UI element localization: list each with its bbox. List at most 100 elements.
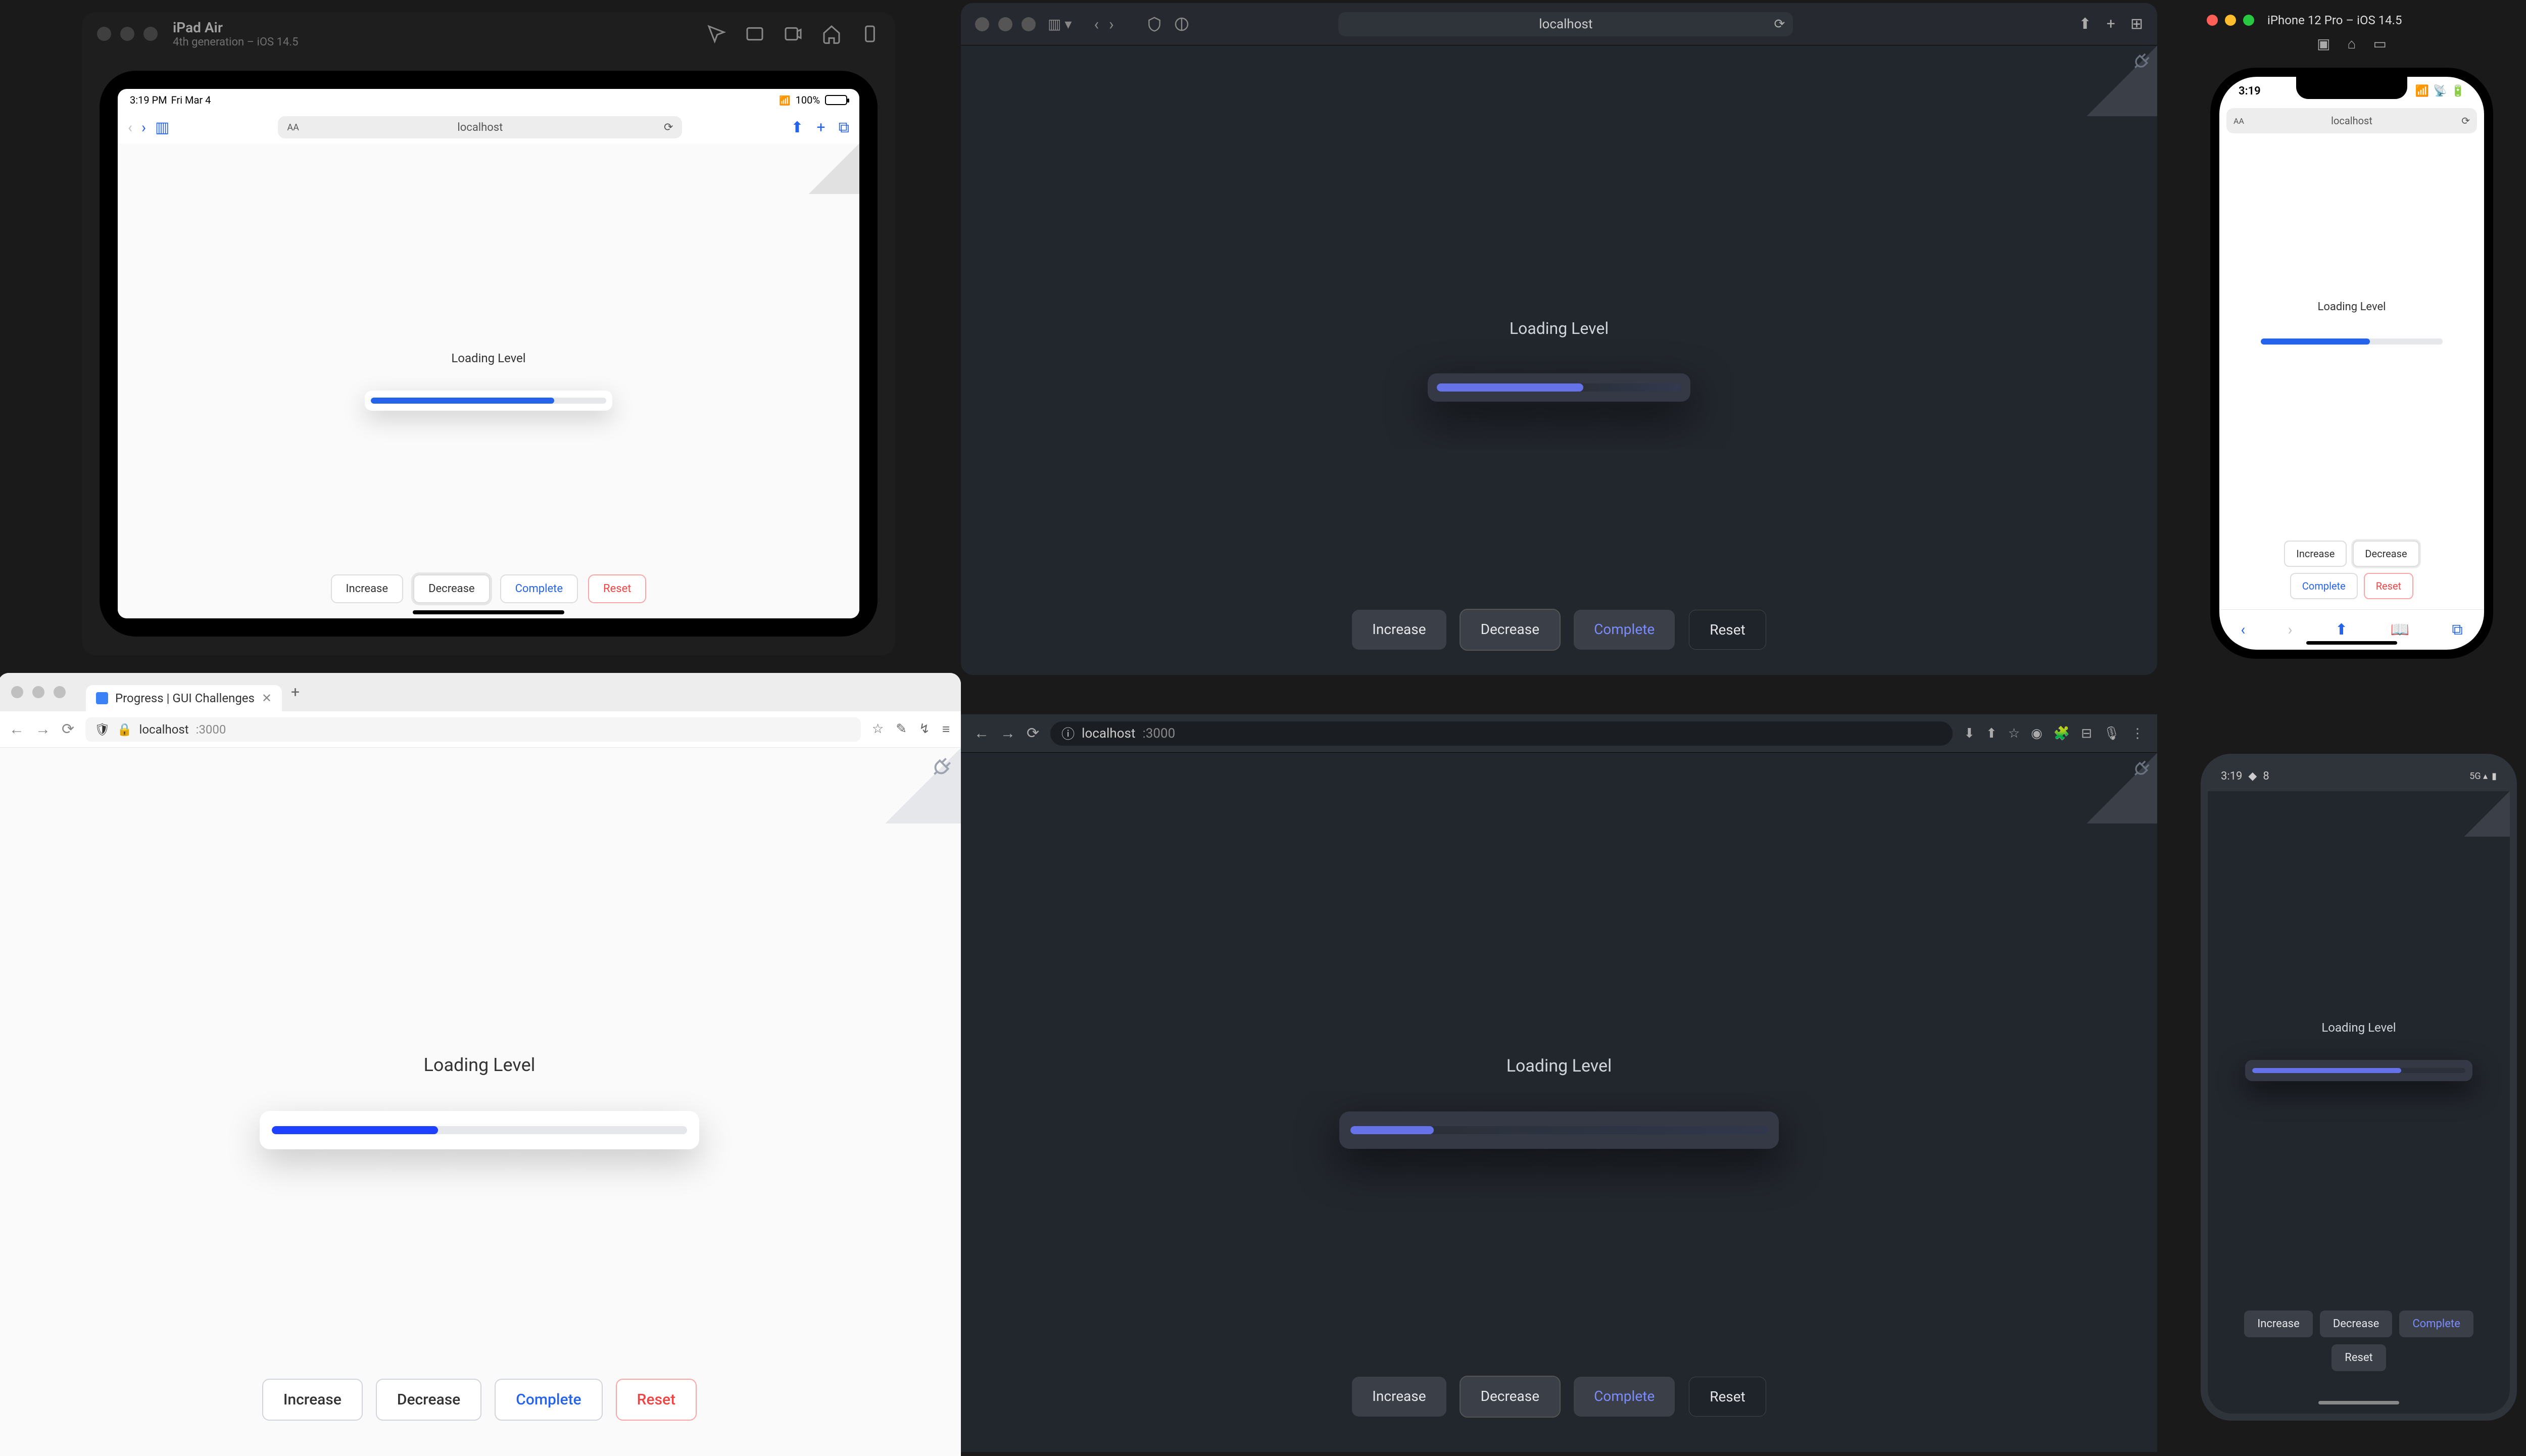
home-icon[interactable] (821, 24, 842, 44)
back-button[interactable]: ‹ (1094, 15, 1099, 34)
sidebar-icon[interactable]: ▥ (155, 119, 169, 136)
url-field[interactable]: 🛡 🔒 localhost:3000 (85, 717, 861, 742)
decrease-button[interactable]: Decrease (1461, 1377, 1560, 1417)
tab[interactable]: Progress | GUI Challenges ✕ (86, 685, 282, 711)
increase-button[interactable]: Increase (1352, 610, 1446, 650)
sidebar-icon[interactable]: ▥ ▾ (1048, 16, 1072, 32)
maximize-button[interactable] (1022, 17, 1036, 31)
star-icon[interactable]: ☆ (872, 721, 884, 737)
minimize-button[interactable] (2225, 15, 2236, 26)
close-button[interactable] (975, 17, 989, 31)
close-button[interactable] (97, 27, 111, 41)
reset-button[interactable]: Reset (2364, 573, 2413, 599)
new-tab-icon[interactable]: + (2107, 15, 2115, 33)
profile-icon[interactable]: ◉ (2031, 726, 2043, 741)
info-icon[interactable]: ⓘ (1061, 724, 1075, 743)
extension-icon[interactable]: ✎ (896, 721, 907, 737)
back-button[interactable]: ← (974, 724, 989, 742)
reload-button[interactable]: ⟳ (1027, 724, 1039, 742)
url-field[interactable]: ⓘ localhost:3000 (1050, 721, 1953, 746)
new-tab-icon[interactable]: + (817, 119, 825, 136)
close-button[interactable] (2207, 15, 2218, 26)
complete-button[interactable]: Complete (500, 574, 578, 603)
ext2-icon[interactable]: ⊟ (2081, 726, 2092, 741)
increase-button[interactable]: Increase (2284, 541, 2347, 567)
url-field[interactable]: AA localhost ⟳ (2226, 108, 2477, 133)
minimize-button[interactable] (120, 27, 134, 41)
forward-button[interactable]: → (1000, 724, 1015, 742)
menu-icon[interactable]: ⋮ (2131, 726, 2144, 741)
decrease-button[interactable]: Decrease (376, 1379, 481, 1421)
back-button[interactable]: ← (9, 720, 24, 738)
menu-icon[interactable]: ≡ (942, 721, 950, 737)
reload-icon[interactable]: ⟳ (1774, 17, 1785, 32)
maximize-button[interactable] (143, 27, 158, 41)
download-icon[interactable]: ⬇ (1964, 726, 1975, 741)
tabs-icon[interactable]: ⧉ (2452, 621, 2462, 639)
screenshot-icon[interactable] (745, 24, 765, 44)
share-icon[interactable]: ⬆ (1986, 726, 1997, 741)
forward-button[interactable]: › (141, 119, 146, 136)
increase-button[interactable]: Increase (331, 574, 404, 603)
maximize-button[interactable] (2243, 15, 2254, 26)
decrease-button[interactable]: Decrease (1461, 610, 1560, 650)
minimize-button[interactable] (998, 17, 1012, 31)
forward-button[interactable]: › (1109, 15, 1114, 34)
new-tab-button[interactable]: + (291, 684, 300, 701)
reload-icon[interactable]: ⟳ (664, 121, 673, 134)
progress-track (1437, 383, 1681, 392)
minimize-button[interactable] (32, 686, 44, 698)
lock-icon[interactable]: 🔒 (117, 722, 132, 737)
back-button[interactable]: ‹ (128, 119, 132, 136)
tab-close-icon[interactable]: ✕ (262, 691, 272, 705)
forward-button[interactable]: → (35, 720, 51, 738)
shield-icon[interactable]: 🛡 (94, 722, 110, 737)
reload-icon[interactable]: ⟳ (2461, 115, 2470, 127)
text-size-icon[interactable]: AA (287, 122, 299, 133)
decrease-button[interactable]: Decrease (413, 574, 490, 603)
rotate-icon[interactable]: ▭ (2373, 35, 2386, 63)
tabs-icon[interactable]: ⧉ (839, 119, 849, 136)
back-button[interactable]: ‹ (2241, 621, 2245, 639)
tabs-icon[interactable]: ⊞ (2130, 15, 2143, 33)
url-field[interactable]: AA localhost ⟳ (278, 116, 682, 138)
rotate-icon[interactable] (860, 24, 880, 44)
reload-button[interactable]: ⟳ (62, 720, 74, 738)
complete-button[interactable]: Complete (2399, 1311, 2473, 1337)
reset-button[interactable]: Reset (616, 1379, 697, 1421)
reset-button[interactable]: Reset (588, 574, 646, 603)
decrease-button[interactable]: Decrease (2320, 1311, 2393, 1337)
reset-button[interactable]: Reset (1689, 610, 1766, 650)
share-icon[interactable]: ⬆ (2335, 621, 2348, 639)
url-field[interactable]: localhost ⟳ (1338, 12, 1793, 36)
increase-button[interactable]: Increase (2244, 1311, 2313, 1337)
shield-icon[interactable] (1146, 16, 1162, 32)
reset-button[interactable]: Reset (2331, 1344, 2386, 1371)
progress-track (2261, 338, 2443, 345)
extension2-icon[interactable]: ↯ (919, 721, 930, 737)
complete-button[interactable]: Complete (495, 1379, 602, 1421)
progress-fill (371, 398, 554, 404)
pointer-icon[interactable] (706, 24, 726, 44)
reset-button[interactable]: Reset (1689, 1377, 1766, 1417)
extensions-icon[interactable]: 🧩 (2054, 726, 2070, 741)
appearance-icon[interactable] (1174, 16, 1190, 32)
forward-button[interactable]: › (2288, 621, 2293, 639)
increase-button[interactable]: Increase (1352, 1377, 1446, 1417)
share-icon[interactable]: ⬆ (2079, 15, 2092, 33)
ext3-icon[interactable]: 🎙 (2103, 726, 2120, 741)
home-icon[interactable]: ⌂ (2348, 35, 2356, 63)
record-icon[interactable] (783, 24, 803, 44)
decrease-button[interactable]: Decrease (2353, 541, 2419, 567)
complete-button[interactable]: Complete (1574, 610, 1675, 650)
maximize-button[interactable] (54, 686, 66, 698)
increase-button[interactable]: Increase (262, 1379, 363, 1421)
complete-button[interactable]: Complete (2290, 573, 2358, 599)
text-size-icon[interactable]: AA (2233, 116, 2244, 126)
share-icon[interactable]: ⬆ (791, 119, 803, 136)
close-button[interactable] (11, 686, 23, 698)
screenshot-icon[interactable]: ▣ (2317, 35, 2330, 63)
star-icon[interactable]: ☆ (2008, 726, 2020, 741)
bookmarks-icon[interactable]: 📖 (2391, 621, 2409, 639)
complete-button[interactable]: Complete (1574, 1377, 1675, 1417)
